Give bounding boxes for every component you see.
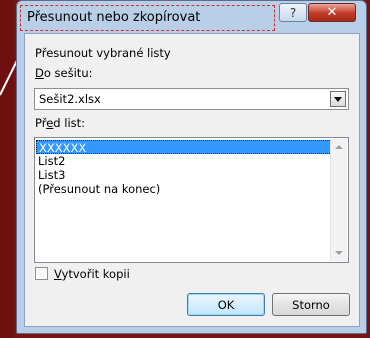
move-selected-sheets-label: Přesunout vybrané listy [35,46,171,60]
scroll-up-icon[interactable] [335,145,343,149]
close-icon: ✕ [326,5,338,20]
dropdown-button[interactable] [330,91,346,107]
workbook-select[interactable]: Sešit2.xlsx [34,88,349,110]
create-copy-checkbox[interactable] [35,267,48,280]
vertical-scrollbar[interactable] [330,139,347,261]
to-workbook-label: Do sešitu: [35,66,93,80]
move-or-copy-dialog: Přesunout nebo zkopírovat ? ✕ Přesunout … [16,0,367,334]
list-item[interactable]: XXXXXX [36,140,332,155]
workbook-select-value: Sešit2.xlsx [39,92,101,106]
chevron-down-icon [334,96,342,102]
list-item[interactable]: (Přesunout na konec) [36,182,332,196]
help-button[interactable]: ? [279,3,307,22]
sheet-listbox[interactable]: XXXXXX List2 List3 (Přesunout na konec) [34,137,349,263]
dialog-title: Přesunout nebo zkopírovat [27,10,201,25]
scroll-down-icon[interactable] [335,251,343,255]
cancel-button[interactable]: Storno [272,293,350,316]
list-item[interactable]: List2 [36,154,332,168]
before-sheet-label: Před list: [35,116,86,130]
title-bar[interactable]: Přesunout nebo zkopírovat ? ✕ [17,1,366,33]
ok-button[interactable]: OK [187,293,265,316]
dialog-body: Přesunout vybrané listy Do sešitu: Sešit… [24,33,360,327]
create-copy-label: Vytvořit kopii [54,267,130,281]
help-icon: ? [289,5,297,20]
list-item[interactable]: List3 [36,168,332,182]
close-button[interactable]: ✕ [308,3,356,22]
